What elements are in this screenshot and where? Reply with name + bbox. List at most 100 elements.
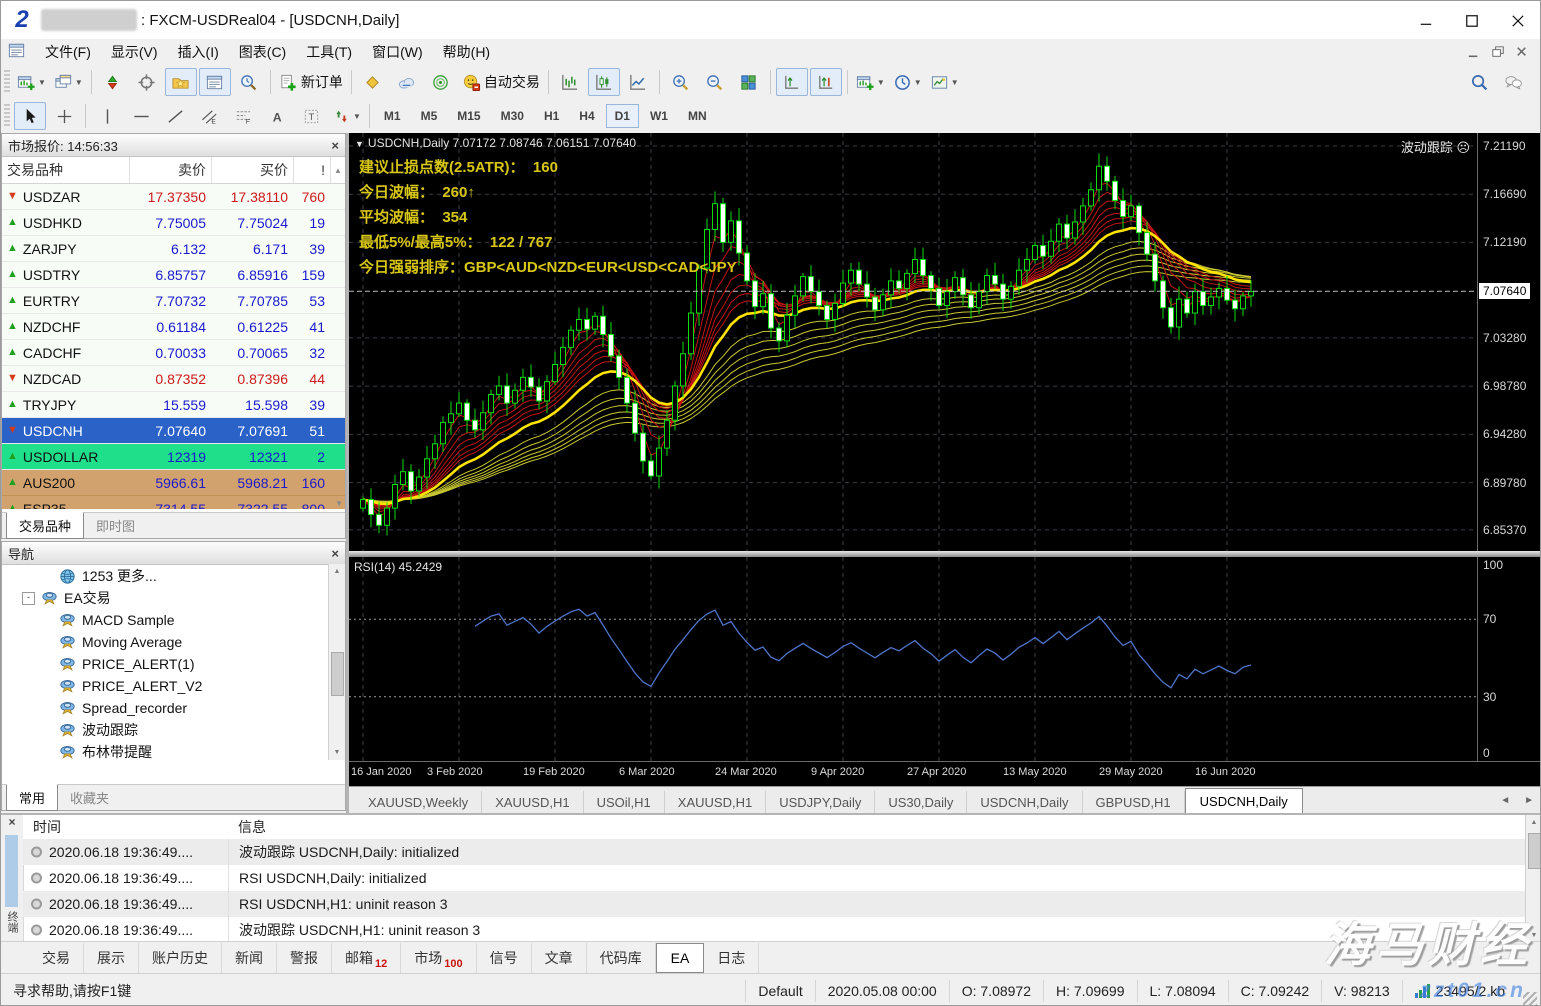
trendline-tool[interactable] — [159, 102, 191, 130]
main-chart[interactable]: 7.21190 7.16690 7.12190 7.03280 6.98780 6.942… — [349, 133, 1540, 551]
menu-插入(I)[interactable]: 插入(I) — [168, 39, 229, 65]
menu-工具(T)[interactable]: 工具(T) — [296, 39, 362, 65]
col-spread[interactable]: ! — [294, 157, 331, 183]
nav-item-EA交易[interactable]: - EA交易 — [2, 587, 345, 609]
timeframe-M5[interactable]: M5 — [412, 104, 447, 128]
new-chart-button[interactable]: ▼ — [14, 68, 49, 96]
periods-button[interactable]: ▼ — [890, 68, 925, 96]
tab-即时图[interactable]: 即时图 — [84, 513, 147, 538]
line-chart-button[interactable] — [622, 68, 654, 96]
timeframe-M30[interactable]: M30 — [492, 104, 533, 128]
timeframe-H4[interactable]: H4 — [570, 104, 603, 128]
navigator-toggle[interactable] — [164, 68, 197, 96]
close-icon[interactable]: × — [331, 138, 339, 153]
strategy-tester-toggle[interactable] — [233, 68, 265, 96]
chart-tab-US30,Daily[interactable]: US30,Daily — [875, 791, 968, 814]
timeframe-W1[interactable]: W1 — [641, 104, 677, 128]
tile-windows-button[interactable] — [733, 68, 765, 96]
timeframe-H1[interactable]: H1 — [535, 104, 568, 128]
terminal-scrollbar[interactable]: ▲ ▼ — [1525, 815, 1540, 943]
symbol-row-USDCNH[interactable]: ▼ USDCNH 7.07640 7.07691 51 — [2, 418, 345, 444]
terminal-tab-代码库[interactable]: 代码库 — [587, 942, 656, 973]
timeframe-D1[interactable]: D1 — [605, 104, 639, 128]
toolbar-grip[interactable] — [4, 104, 10, 128]
nav-item-Spread_recorder[interactable]: Spread_recorder — [2, 697, 345, 719]
search-button[interactable] — [1463, 68, 1495, 96]
terminal-tab-交易[interactable]: 交易 — [29, 942, 84, 973]
symbol-row-AUS200[interactable]: ▲ AUS200 5966.61 5968.21 160 — [2, 470, 345, 496]
fibo-tool[interactable]: F — [227, 102, 259, 130]
symbol-row-USDOLLAR[interactable]: ▲ USDOLLAR 12319 12321 2 — [2, 444, 345, 470]
chart-tab-XAUUSD,Weekly[interactable]: XAUUSD,Weekly — [355, 791, 483, 814]
log-row[interactable]: 2020.06.18 19:36:49.... 波动跟踪 USDCNH,H1: u… — [23, 917, 1525, 943]
vline-tool[interactable] — [91, 102, 123, 130]
community-button[interactable] — [1497, 68, 1529, 96]
close-button[interactable] — [1494, 1, 1540, 39]
symbol-row-TRYJPY[interactable]: ▲ TRYJPY 15.559 15.598 39 — [2, 392, 345, 418]
toolbar-grip[interactable] — [4, 70, 10, 94]
menu-显示(V)[interactable]: 显示(V) — [101, 39, 168, 65]
tab-scroll-left-icon[interactable]: ◄ — [1500, 795, 1510, 806]
col-buy[interactable]: 买价 — [212, 157, 294, 183]
symbol-row-ZARJPY[interactable]: ▲ ZARJPY 6.132 6.171 39 — [2, 236, 345, 262]
cursor-tool[interactable] — [14, 102, 46, 130]
chart-shift-toggle[interactable] — [809, 68, 842, 96]
hline-tool[interactable] — [125, 102, 157, 130]
terminal-tab-EA[interactable]: EA — [655, 942, 705, 973]
scroll-up-icon[interactable]: ▲ — [331, 157, 345, 183]
nav-item-1253 更多...[interactable]: 1253 更多... — [2, 565, 345, 587]
mdi-restore-button[interactable] — [1486, 42, 1510, 62]
crosshair-tool[interactable] — [48, 102, 80, 130]
rsi-chart[interactable] — [349, 557, 1478, 761]
timeframe-M1[interactable]: M1 — [375, 104, 410, 128]
collapse-icon[interactable]: - — [22, 591, 35, 605]
terminal-tab-账户历史[interactable]: 账户历史 — [139, 942, 222, 973]
one-click-icon[interactable]: ▼ — [355, 139, 364, 149]
tab-scroll-right-icon[interactable]: ► — [1524, 795, 1534, 806]
col-message[interactable]: 信息 — [228, 817, 1525, 837]
nav-item-Moving Average[interactable]: Moving Average — [2, 631, 345, 653]
navigator-scrollbar[interactable]: ▲ ▼ — [328, 564, 345, 760]
menu-窗口(W)[interactable]: 窗口(W) — [362, 39, 433, 65]
chart-tab-GBPUSD,H1[interactable]: GBPUSD,H1 — [1083, 791, 1185, 814]
chart-tab-USDCNH,Daily[interactable]: USDCNH,Daily — [1184, 788, 1303, 814]
indicators-button[interactable]: ▼ — [853, 68, 888, 96]
nav-item-波动跟踪[interactable]: 波动跟踪 — [2, 719, 345, 741]
col-symbol[interactable]: 交易品种 — [2, 157, 130, 183]
chart-tab-XAUUSD,H1[interactable]: XAUUSD,H1 — [482, 791, 584, 814]
status-profile[interactable]: Default — [745, 980, 814, 1002]
terminal-tab-邮箱[interactable]: 邮箱 12 — [332, 942, 402, 973]
terminal-tab-新闻[interactable]: 新闻 — [222, 942, 277, 973]
auto-trading-button[interactable]: 自动交易 — [459, 68, 543, 96]
symbol-row-USDZAR[interactable]: ▼ USDZAR 17.37350 17.38110 760 — [2, 184, 345, 210]
label-tool[interactable]: T — [295, 102, 327, 130]
close-icon[interactable]: × — [331, 546, 339, 561]
terminal-toggle[interactable] — [198, 68, 231, 96]
minimize-button[interactable] — [1402, 1, 1448, 39]
channel-tool[interactable]: E — [193, 102, 225, 130]
symbol-row-CADCHF[interactable]: ▲ CADCHF 0.70033 0.70065 32 — [2, 340, 345, 366]
maximize-button[interactable] — [1448, 1, 1494, 39]
mdi-close-button[interactable] — [1510, 42, 1534, 62]
log-row[interactable]: 2020.06.18 19:36:49.... RSI USDCNH,Daily:… — [23, 865, 1525, 891]
timeframe-MN[interactable]: MN — [679, 104, 716, 128]
metaeditor-button[interactable] — [357, 68, 389, 96]
symbol-row-USDHKD[interactable]: ▲ USDHKD 7.75005 7.75024 19 — [2, 210, 345, 236]
symbol-row-USDTRY[interactable]: ▲ USDTRY 6.85757 6.85916 159 — [2, 262, 345, 288]
nav-item-PRICE_ALERT_V2[interactable]: PRICE_ALERT_V2 — [2, 675, 345, 697]
symbol-row-NZDCHF[interactable]: ▲ NZDCHF 0.61184 0.61225 41 — [2, 314, 345, 340]
auto-scroll-toggle[interactable] — [775, 68, 808, 96]
zoom-in-button[interactable] — [665, 68, 697, 96]
new-order-button[interactable]: 新订单 — [276, 68, 346, 96]
candle-chart-button[interactable] — [587, 68, 620, 96]
signals-button[interactable] — [425, 68, 457, 96]
market-watch-toggle[interactable] — [97, 68, 129, 96]
menu-图表(C)[interactable]: 图表(C) — [229, 39, 296, 65]
rsi-subwindow[interactable]: 100 70 30 0 RSI(14) 45.2429 — [349, 557, 1540, 761]
col-sell[interactable]: 卖价 — [130, 157, 212, 183]
data-window-toggle[interactable] — [131, 68, 163, 96]
nav-item-MACD Sample[interactable]: MACD Sample — [2, 609, 345, 631]
tab-常用[interactable]: 常用 — [6, 784, 59, 811]
close-icon[interactable]: × — [1, 815, 23, 831]
zoom-out-button[interactable] — [699, 68, 731, 96]
